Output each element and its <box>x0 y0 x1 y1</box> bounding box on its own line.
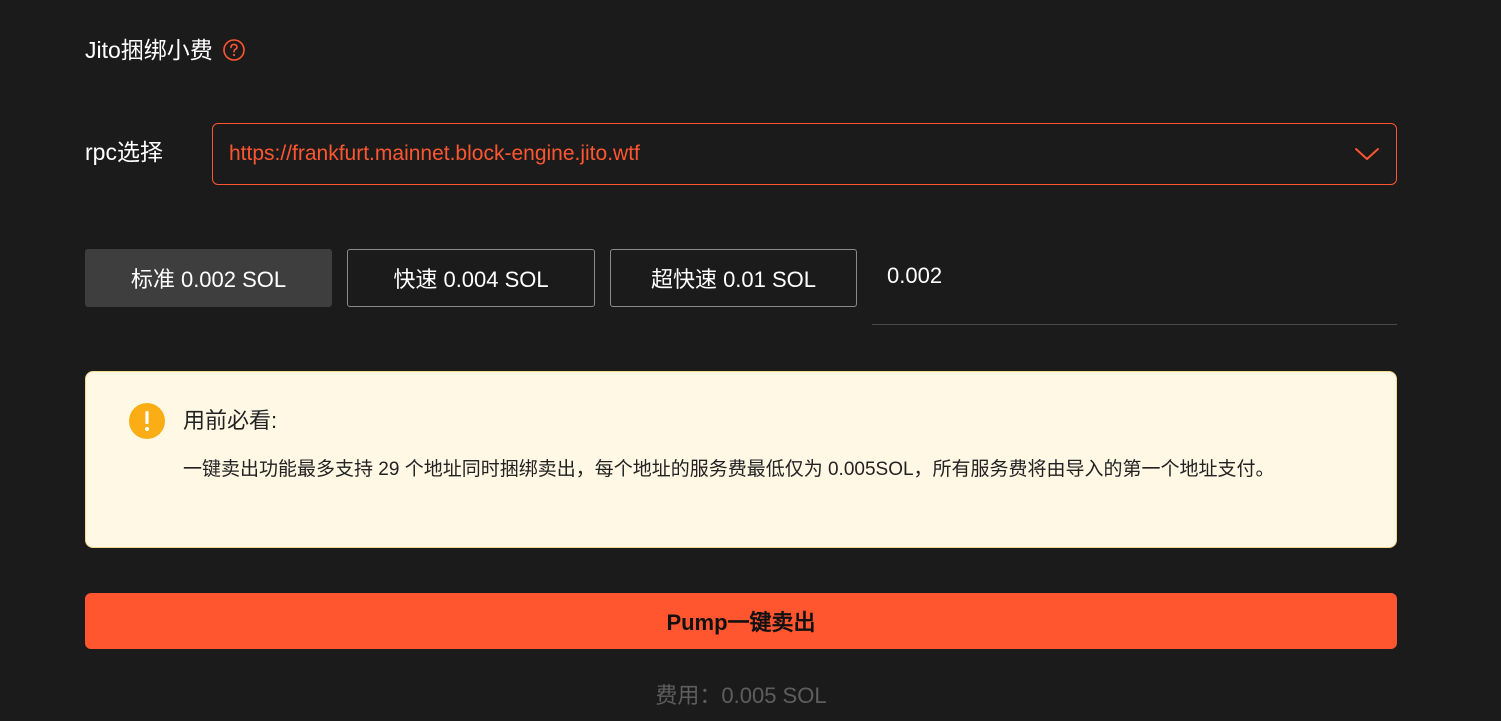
jito-tip-header: Jito捆绑小费 <box>85 34 245 66</box>
rpc-select[interactable]: https://frankfurt.mainnet.block-engine.j… <box>212 123 1397 185</box>
pump-sell-button[interactable]: Pump一键卖出 <box>85 593 1397 649</box>
jito-tip-title: Jito捆绑小费 <box>85 37 213 63</box>
cost-text: 费用：0.005 SOL <box>655 683 827 708</box>
chevron-down-icon[interactable] <box>1354 146 1380 162</box>
rpc-label: rpc选择 <box>85 139 163 165</box>
notice-box: 用前必看: 一键卖出功能最多支持 29 个地址同时捆绑卖出，每个地址的服务费最低… <box>85 371 1397 548</box>
page: Jito捆绑小费 rpc选择 https://frankfurt.mainnet… <box>0 0 1501 721</box>
question-circle-icon[interactable] <box>222 39 245 61</box>
notice-body: 一键卖出功能最多支持 29 个地址同时捆绑卖出，每个地址的服务费最低仅为 0.0… <box>183 459 1275 480</box>
custom-fee-value[interactable]: 0.002 <box>887 263 942 289</box>
fee-option-ultra-fast[interactable]: 超快速 0.01 SOL <box>610 249 857 307</box>
exclamation-circle-icon <box>129 403 165 439</box>
custom-fee-field[interactable]: 0.002 <box>872 249 1397 325</box>
notice-title: 用前必看: <box>183 408 278 433</box>
fee-option-fast[interactable]: 快速 0.004 SOL <box>347 249 595 307</box>
rpc-selected-value: https://frankfurt.mainnet.block-engine.j… <box>229 142 640 165</box>
fee-option-standard[interactable]: 标准 0.002 SOL <box>85 249 332 307</box>
